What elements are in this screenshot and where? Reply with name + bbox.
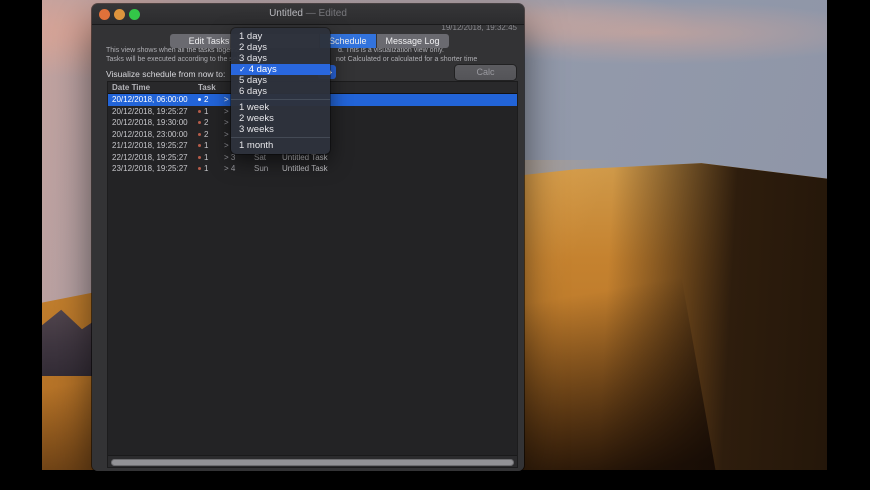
cell-datetime: 23/12/2018, 19:25:27 <box>112 164 188 173</box>
calc-button[interactable]: Calc <box>455 65 516 80</box>
cell-task: 2 <box>198 117 224 129</box>
task-dot-icon <box>198 98 201 102</box>
menu-item-1-week[interactable]: 1 week <box>231 102 330 113</box>
task-dot-icon <box>198 132 201 136</box>
menu-item-4-days[interactable]: ✓ 4 days <box>231 64 330 75</box>
task-dot-icon <box>198 121 201 125</box>
cell-task: 1 <box>198 163 224 175</box>
menu-separator <box>231 135 330 140</box>
cell-task: 1 <box>198 106 224 118</box>
menu-item-1-month[interactable]: 1 month <box>231 140 330 151</box>
cell-task-name: Untitled Task <box>282 164 328 173</box>
tab-message-log[interactable]: Message Log <box>376 34 449 48</box>
column-header-task[interactable]: Task <box>198 82 224 93</box>
cell-datetime: 20/12/2018, 19:30:00 <box>112 118 188 127</box>
visualize-schedule-label: Visualize schedule from now to: <box>106 69 226 79</box>
menu-item-5-days[interactable]: 5 days <box>231 75 330 86</box>
current-timestamp: 19/12/2018, 19:32:45 <box>441 25 517 32</box>
cell-datetime: 20/12/2018, 06:00:00 <box>112 95 188 104</box>
cell-task: 2 <box>198 94 224 106</box>
horizontal-scrollbar[interactable] <box>108 455 517 467</box>
cell-task: 1 <box>198 140 224 152</box>
task-dot-icon <box>198 155 201 159</box>
task-dot-icon <box>198 144 201 148</box>
menu-item-3-days[interactable]: 3 days <box>231 53 330 64</box>
menu-item-6-days[interactable]: 6 days <box>231 86 330 97</box>
menu-item-3-weeks[interactable]: 3 weeks <box>231 124 330 135</box>
window-title: Untitled <box>269 8 303 19</box>
description-line1-left: This view shows when all the tasks toget… <box>106 47 243 54</box>
horizontal-scrollbar-thumb[interactable] <box>111 458 514 466</box>
menu-item-1-day[interactable]: 1 day <box>231 31 330 42</box>
task-dot-icon <box>198 167 201 171</box>
cell-period: > 4 <box>224 164 236 173</box>
column-header-date-time[interactable]: Date Time <box>112 82 198 93</box>
checkmark-icon: ✓ <box>239 65 246 74</box>
menu-separator <box>231 97 330 102</box>
description-line2-right: not Calculated or calculated for a short… <box>336 56 478 63</box>
window-title-edited: — Edited <box>305 8 347 19</box>
description-line1-right: d. This is a visualization view only. <box>338 47 444 54</box>
cell-task: 1 <box>198 152 224 164</box>
cell-datetime: 20/12/2018, 19:25:27 <box>112 106 188 116</box>
menu-item-2-weeks[interactable]: 2 weeks <box>231 113 330 124</box>
duration-dropdown-menu: 1 day 2 days 3 days ✓ 4 days 5 days 6 days 1 we… <box>231 28 330 154</box>
description-line2-left: Tasks will be executed according to the … <box>106 56 243 63</box>
close-button[interactable] <box>99 9 110 20</box>
minimize-button[interactable] <box>114 9 125 20</box>
cell-day: Sun <box>254 164 269 173</box>
traffic-lights <box>99 9 140 20</box>
titlebar[interactable]: Untitled — Edited <box>92 4 524 25</box>
menu-item-2-days[interactable]: 2 days <box>231 42 330 53</box>
zoom-button[interactable] <box>129 9 140 20</box>
desktop: Untitled — Edited 19/12/2018, 19:32:45 E… <box>0 0 870 490</box>
cell-datetime: 20/12/2018, 23:00:00 <box>112 129 188 139</box>
cell-task: 2 <box>198 129 224 141</box>
cell-datetime: 22/12/2018, 19:25:27 <box>112 152 188 162</box>
task-dot-icon <box>198 109 201 113</box>
cell-datetime: 21/12/2018, 19:25:27 <box>112 141 188 150</box>
table-row[interactable]: 23/12/2018, 19:25:27 1 > 4 Sun Untitled Task <box>108 163 517 175</box>
